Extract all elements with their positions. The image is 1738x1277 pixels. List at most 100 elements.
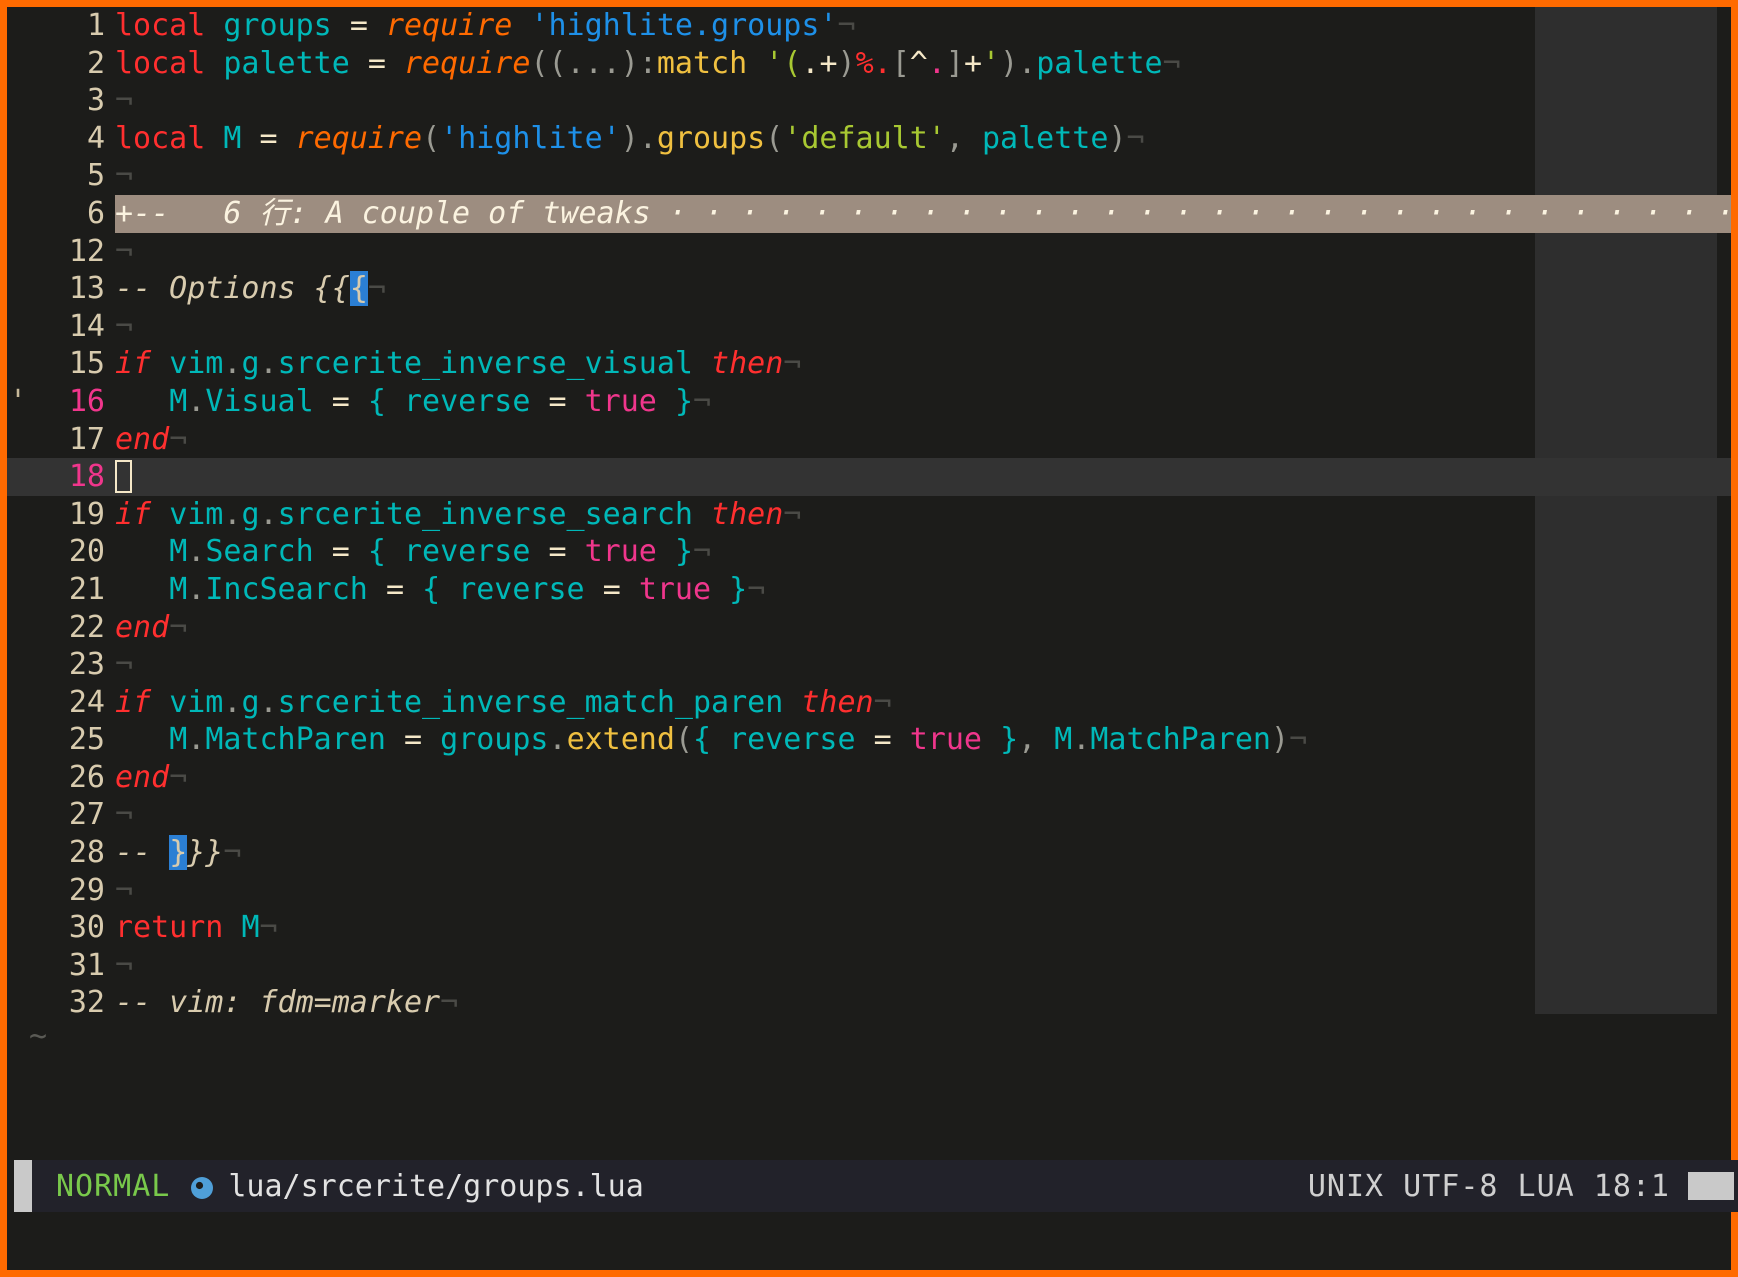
code-lines[interactable]: 1 local groups = require 'highlite.groups…: [7, 7, 1731, 1022]
mode-indicator-block: [14, 1160, 32, 1212]
line-content: return M¬: [115, 910, 278, 945]
eol-marker: ¬: [783, 346, 802, 382]
code-line[interactable]: 21 M.IncSearch = { reverse = true }¬: [7, 571, 1731, 609]
line-number: 12: [68, 233, 105, 269]
token: if: [115, 496, 152, 532]
code-line[interactable]: 25 M.MatchParen = groups.extend({ revers…: [7, 721, 1731, 759]
code-line[interactable]: 6 +-- 6 行: A couple of tweaks · · · · · ·…: [7, 194, 1731, 233]
line-number: 13: [68, 271, 105, 307]
code-line[interactable]: 26 end¬: [7, 759, 1731, 797]
code-line[interactable]: 5 ¬: [7, 157, 1731, 195]
token: M: [169, 722, 188, 758]
token: Visual: [205, 383, 314, 419]
line-content: M.MatchParen = groups.extend({ reverse =…: [115, 722, 1307, 757]
code-line[interactable]: ' 16 M.Visual = { reverse = true }¬: [7, 383, 1731, 421]
line-number: 31: [68, 947, 105, 983]
token: +: [963, 45, 982, 81]
code-line[interactable]: 22 end¬: [7, 609, 1731, 647]
token: 'highlite.groups': [530, 8, 838, 43]
token: M: [169, 383, 188, 419]
code-line[interactable]: 14 ¬: [7, 308, 1731, 346]
eol-marker: ¬: [693, 534, 712, 570]
eol-marker: ¬: [259, 910, 278, 946]
line-content: ¬: [115, 948, 133, 983]
line-number: 26: [68, 759, 105, 795]
code-line[interactable]: 31 ¬: [7, 947, 1731, 985]
eol-marker: ¬: [115, 233, 134, 269]
code-line[interactable]: 19 if vim.g.srcerite_inverse_search then¬: [7, 496, 1731, 534]
token: M: [1054, 722, 1073, 758]
line-number: 32: [68, 985, 105, 1021]
token: IncSearch: [205, 571, 368, 607]
token: ]: [945, 45, 964, 81]
line-content: M.IncSearch = { reverse = true }¬: [115, 572, 765, 607]
line-content: -- vim: fdm=marker¬: [115, 985, 458, 1020]
code-line[interactable]: 27 ¬: [7, 796, 1731, 834]
token: =: [873, 722, 892, 758]
code-line[interactable]: 3 ¬: [7, 82, 1731, 120]
token: {: [367, 534, 386, 570]
eol-marker: ¬: [783, 496, 802, 532]
line-content: M.Search = { reverse = true }¬: [115, 534, 711, 569]
token: {: [693, 722, 712, 758]
line-content: ¬: [115, 234, 133, 269]
token: ): [1108, 120, 1127, 156]
code-line[interactable]: 13 -- Options {{{¬: [7, 270, 1731, 308]
token: .: [1072, 722, 1091, 758]
token: ': [982, 45, 1001, 81]
line-content: ¬: [115, 797, 133, 832]
eol-marker: ¬: [115, 872, 134, 908]
code-line[interactable]: 15 if vim.g.srcerite_inverse_visual then¬: [7, 345, 1731, 383]
code-line[interactable]: 4 local M = require('highlite').groups('d…: [7, 120, 1731, 158]
token: MatchParen: [1090, 722, 1271, 758]
code-line[interactable]: 32 -- vim: fdm=marker¬: [7, 984, 1731, 1022]
token: srcerite_inverse_match_paren: [277, 684, 784, 720]
token: .: [927, 45, 946, 81]
fold-dots: · · · · · · · · · · · · · · · · · · · · …: [668, 195, 1731, 231]
token: +: [819, 45, 838, 81]
token: .: [223, 684, 242, 720]
line-number: 15: [68, 346, 105, 382]
code-line[interactable]: 12 ¬: [7, 233, 1731, 271]
token: return: [115, 910, 224, 946]
code-line[interactable]: 20 M.Search = { reverse = true }¬: [7, 533, 1731, 571]
token: ,: [1018, 722, 1037, 758]
command-line-area[interactable]: [14, 1205, 1724, 1263]
editor-area[interactable]: 1 local groups = require 'highlite.groups…: [7, 7, 1731, 1133]
code-line[interactable]: 30 return M¬: [7, 909, 1731, 947]
token: :: [638, 45, 657, 81]
line-number: 4: [86, 120, 105, 156]
token: ((: [530, 45, 567, 81]
eol-marker: ¬: [115, 158, 134, 194]
code-line[interactable]: 24 if vim.g.srcerite_inverse_match_paren …: [7, 684, 1731, 722]
code-line[interactable]: 28 -- }}}¬: [7, 834, 1731, 872]
eol-marker: ¬: [367, 271, 386, 307]
line-number: 19: [68, 496, 105, 532]
code-line[interactable]: 23 ¬: [7, 646, 1731, 684]
token: }: [674, 383, 693, 419]
line-content: M.Visual = { reverse = true }¬: [115, 384, 711, 419]
code-line[interactable]: 1 local groups = require 'highlite.groups…: [7, 7, 1731, 45]
line-number: 2: [86, 45, 105, 81]
token: .: [259, 684, 278, 720]
code-line[interactable]: 17 end¬: [7, 421, 1731, 459]
token: =: [548, 534, 567, 570]
code-line[interactable]: 2 local palette = require((...):match '(.…: [7, 45, 1731, 83]
code-line[interactable]: 29 ¬: [7, 872, 1731, 910]
eol-marker: ¬: [115, 83, 134, 119]
code-line[interactable]: 18: [7, 458, 1731, 496]
fold-text[interactable]: +-- 6 行: A couple of tweaks: [115, 196, 669, 231]
eol-marker: ¬: [115, 797, 134, 833]
